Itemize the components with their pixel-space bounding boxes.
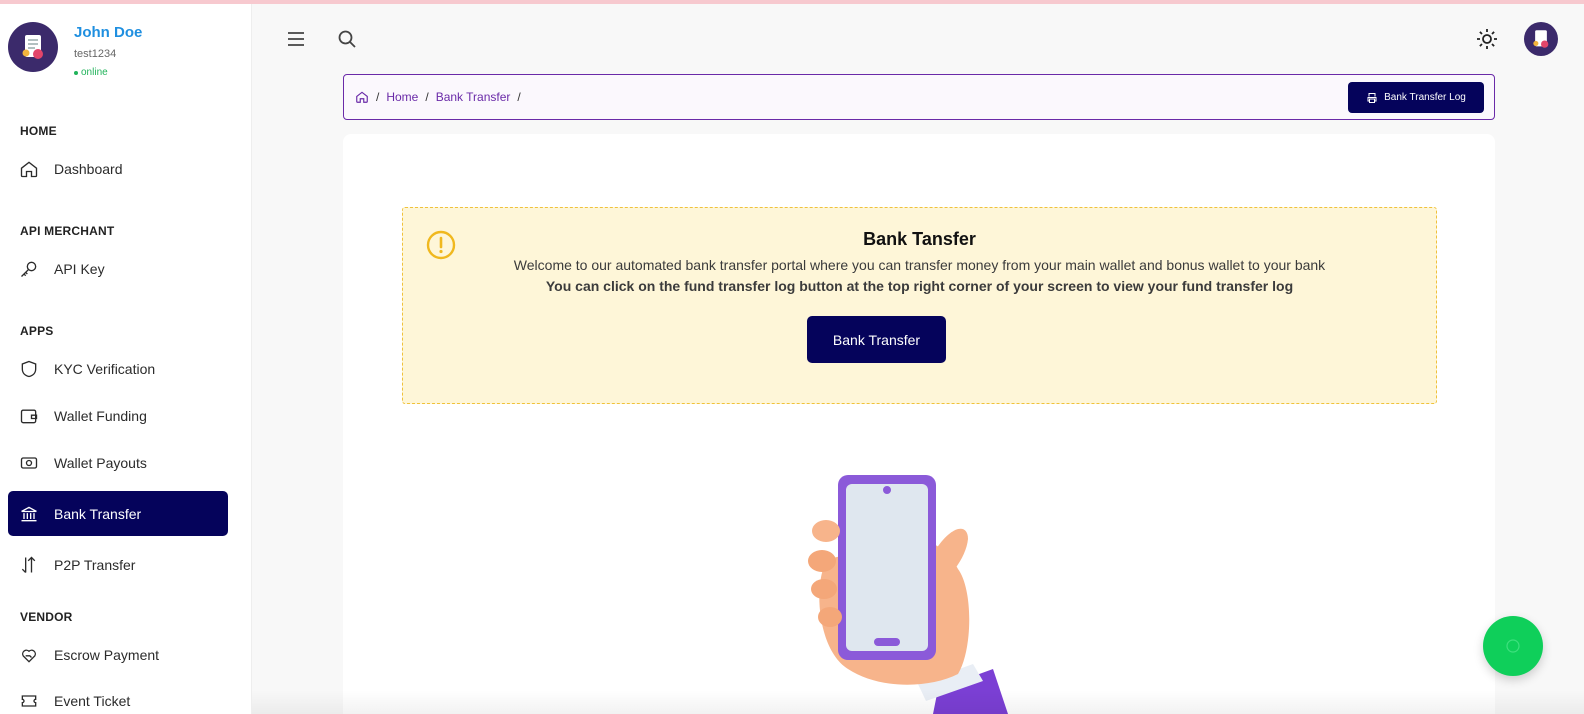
sidebar-item-kyc-verification[interactable]: KYC Verification <box>8 346 228 391</box>
sidebar-item-label: Dashboard <box>54 160 123 177</box>
cash-icon <box>19 453 39 473</box>
online-dot-icon <box>74 70 78 75</box>
home-icon <box>19 159 39 179</box>
search-icon <box>338 30 356 48</box>
alert-hint: You can click on the fund transfer log b… <box>545 278 1294 294</box>
breadcrumb-separator: / <box>517 90 521 104</box>
breadcrumb: / Home / Bank Transfer / Bank Transfer L… <box>343 74 1495 120</box>
sidebar-item-label: Escrow Payment <box>54 646 160 663</box>
sidebar-item-wallet-funding[interactable]: Wallet Funding <box>8 393 228 438</box>
section-title-vendor: VENDOR <box>20 610 73 624</box>
sidebar-item-label: API Key <box>54 260 105 277</box>
sidebar-item-label: Event Ticket <box>54 692 131 709</box>
alert-description: Welcome to our automated bank transfer p… <box>513 257 1326 273</box>
section-title-api-merchant: API MERCHANT <box>20 224 115 238</box>
section-title-apps: APPS <box>20 324 54 338</box>
heart-hand-icon <box>19 645 39 665</box>
profile-username: test1234 <box>74 48 117 60</box>
profile-name: John Doe <box>74 24 143 41</box>
ticket-icon <box>19 691 39 711</box>
bank-transfer-button[interactable]: Bank Transfer <box>807 316 946 363</box>
sidebar-item-label: KYC Verification <box>54 360 156 377</box>
wallet-icon <box>19 406 39 426</box>
chat-icon <box>1506 639 1520 653</box>
search-button[interactable] <box>334 26 360 52</box>
receipt-avatar-icon <box>22 35 43 59</box>
key-icon <box>19 259 39 279</box>
bottom-shadow <box>252 690 1584 714</box>
hand-phone-illustration <box>808 475 1008 714</box>
breadcrumb-separator: / <box>425 90 429 104</box>
bank-transfer-log-button[interactable]: Bank Transfer Log <box>1348 82 1484 113</box>
sidebar-item-wallet-payouts[interactable]: Wallet Payouts <box>8 440 228 485</box>
avatar[interactable] <box>8 22 58 72</box>
receipt-avatar-icon <box>1533 30 1549 48</box>
sidebar-item-bank-transfer[interactable]: Bank Transfer <box>8 491 228 536</box>
menu-toggle-button[interactable] <box>283 26 309 52</box>
breadcrumb-home-icon[interactable] <box>355 90 369 104</box>
section-title-home: HOME <box>20 124 57 138</box>
sun-icon <box>1477 29 1497 49</box>
header-avatar[interactable] <box>1524 22 1558 56</box>
breadcrumb-current[interactable]: Bank Transfer <box>436 90 511 104</box>
status-badge: online <box>74 67 108 78</box>
sidebar-item-label: P2P Transfer <box>54 556 136 573</box>
bank-icon <box>19 504 39 524</box>
bank-transfer-log-label: Bank Transfer Log <box>1384 92 1466 103</box>
theme-toggle-button[interactable] <box>1474 26 1500 52</box>
info-alert: Bank Tansfer Welcome to our automated ba… <box>402 207 1437 404</box>
sidebar-item-label: Wallet Payouts <box>54 454 147 471</box>
printer-icon <box>1367 92 1377 103</box>
hamburger-icon <box>288 32 304 46</box>
sidebar-item-dashboard[interactable]: Dashboard <box>8 146 228 191</box>
main-card: Bank Tansfer Welcome to our automated ba… <box>343 134 1495 714</box>
breadcrumb-separator: / <box>376 90 380 104</box>
profile-block[interactable]: John Doe test1234 online <box>8 22 248 78</box>
sidebar-item-label: Wallet Funding <box>54 407 147 424</box>
sidebar-item-label: Bank Transfer <box>54 505 142 522</box>
whatsapp-chat-button[interactable] <box>1483 616 1543 676</box>
alert-title: Bank Tansfer <box>863 229 976 249</box>
sidebar-item-escrow-payment[interactable]: Escrow Payment <box>8 632 228 677</box>
transfer-arrows-icon <box>19 555 39 575</box>
sidebar-item-p2p-transfer[interactable]: P2P Transfer <box>8 542 228 587</box>
status-text: online <box>81 67 108 78</box>
sidebar-item-event-ticket[interactable]: Event Ticket <box>8 678 228 714</box>
sidebar-item-api-key[interactable]: API Key <box>8 246 228 291</box>
shield-icon <box>19 359 39 379</box>
sidebar: John Doe test1234 online HOME Dashboard … <box>0 4 252 714</box>
breadcrumb-home-link[interactable]: Home <box>386 90 418 104</box>
